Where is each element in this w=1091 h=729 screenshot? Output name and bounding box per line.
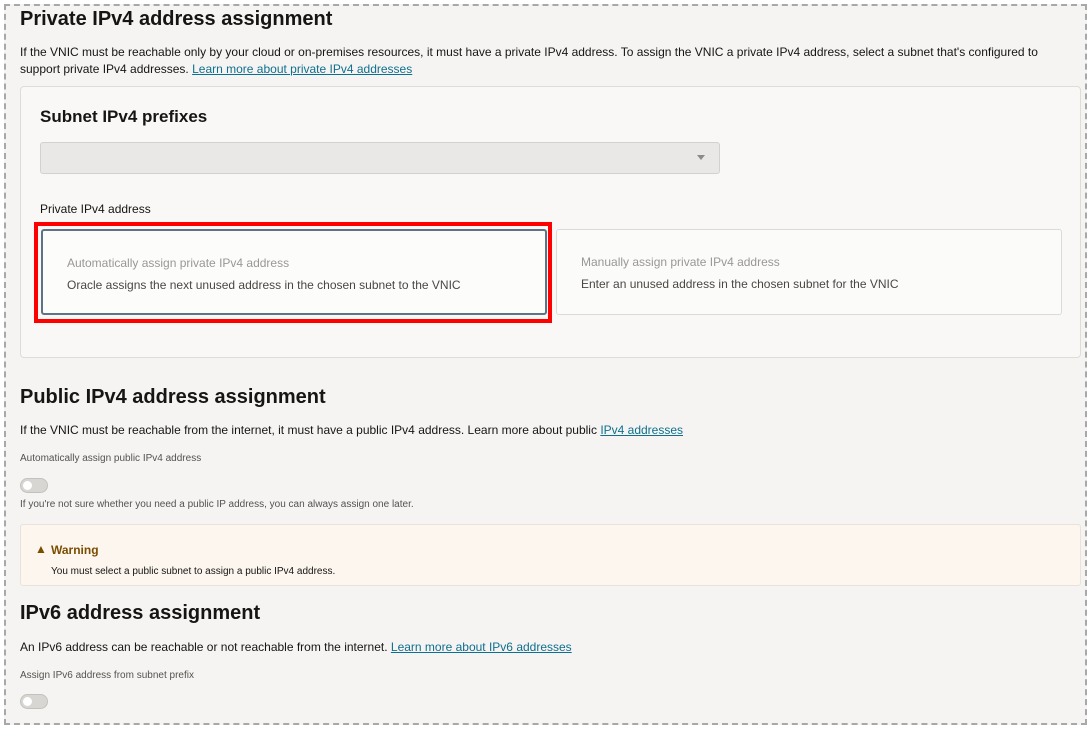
subnet-ipv4-prefixes-title: Subnet IPv4 prefixes <box>40 107 208 126</box>
option-description: Enter an unused address in the chosen su… <box>581 277 899 291</box>
public-ip-hint: If you're not sure whether you need a pu… <box>20 499 414 510</box>
learn-more-ipv6-link[interactable]: Learn more about IPv6 addresses <box>391 640 572 654</box>
warning-triangle-icon: ▲ <box>35 542 47 556</box>
ipv4-addresses-link[interactable]: IPv4 addresses <box>600 423 683 437</box>
ipv6-description: An IPv6 address can be reachable or not … <box>20 639 572 656</box>
chevron-down-icon <box>697 155 705 160</box>
learn-more-private-ipv4-link[interactable]: Learn more about private IPv4 addresses <box>192 62 412 76</box>
private-ipv4-description-text: If the VNIC must be reachable only by yo… <box>20 45 1038 76</box>
private-ipv4-heading: Private IPv4 address assignment <box>20 8 333 30</box>
private-ipv4-description: If the VNIC must be reachable only by yo… <box>20 44 1080 78</box>
public-ipv4-heading: Public IPv4 address assignment <box>20 386 326 408</box>
warning-text: You must select a public subnet to assig… <box>51 566 336 577</box>
warning-banner: ▲ Warning You must select a public subne… <box>20 524 1081 586</box>
option-auto-assign-private-ipv4[interactable]: Automatically assign private IPv4 addres… <box>41 229 547 315</box>
option-title: Automatically assign private IPv4 addres… <box>67 256 290 270</box>
public-ipv4-description-text: If the VNIC must be reachable from the i… <box>20 423 597 437</box>
option-manual-assign-private-ipv4[interactable]: Manually assign private IPv4 address Ent… <box>556 229 1062 315</box>
option-description: Oracle assigns the next unused address i… <box>67 278 461 292</box>
auto-assign-public-ipv4-toggle[interactable] <box>20 478 48 493</box>
page-frame: Private IPv4 address assignment If the V… <box>4 4 1087 725</box>
ipv6-description-text: An IPv6 address can be reachable or not … <box>20 640 388 654</box>
subnet-ipv4-prefixes-select[interactable] <box>40 142 720 174</box>
private-ipv4-address-label: Private IPv4 address <box>40 202 151 216</box>
auto-assign-public-ipv4-label: Automatically assign public IPv4 address <box>20 453 202 464</box>
warning-title: Warning <box>51 543 99 557</box>
assign-ipv6-toggle[interactable] <box>20 694 48 709</box>
subnet-ipv4-card: Subnet IPv4 prefixes Private IPv4 addres… <box>20 86 1081 358</box>
public-ipv4-description: If the VNIC must be reachable from the i… <box>20 422 683 439</box>
ipv6-heading: IPv6 address assignment <box>20 602 261 624</box>
assign-ipv6-label: Assign IPv6 address from subnet prefix <box>20 670 194 681</box>
option-title: Manually assign private IPv4 address <box>581 255 780 269</box>
